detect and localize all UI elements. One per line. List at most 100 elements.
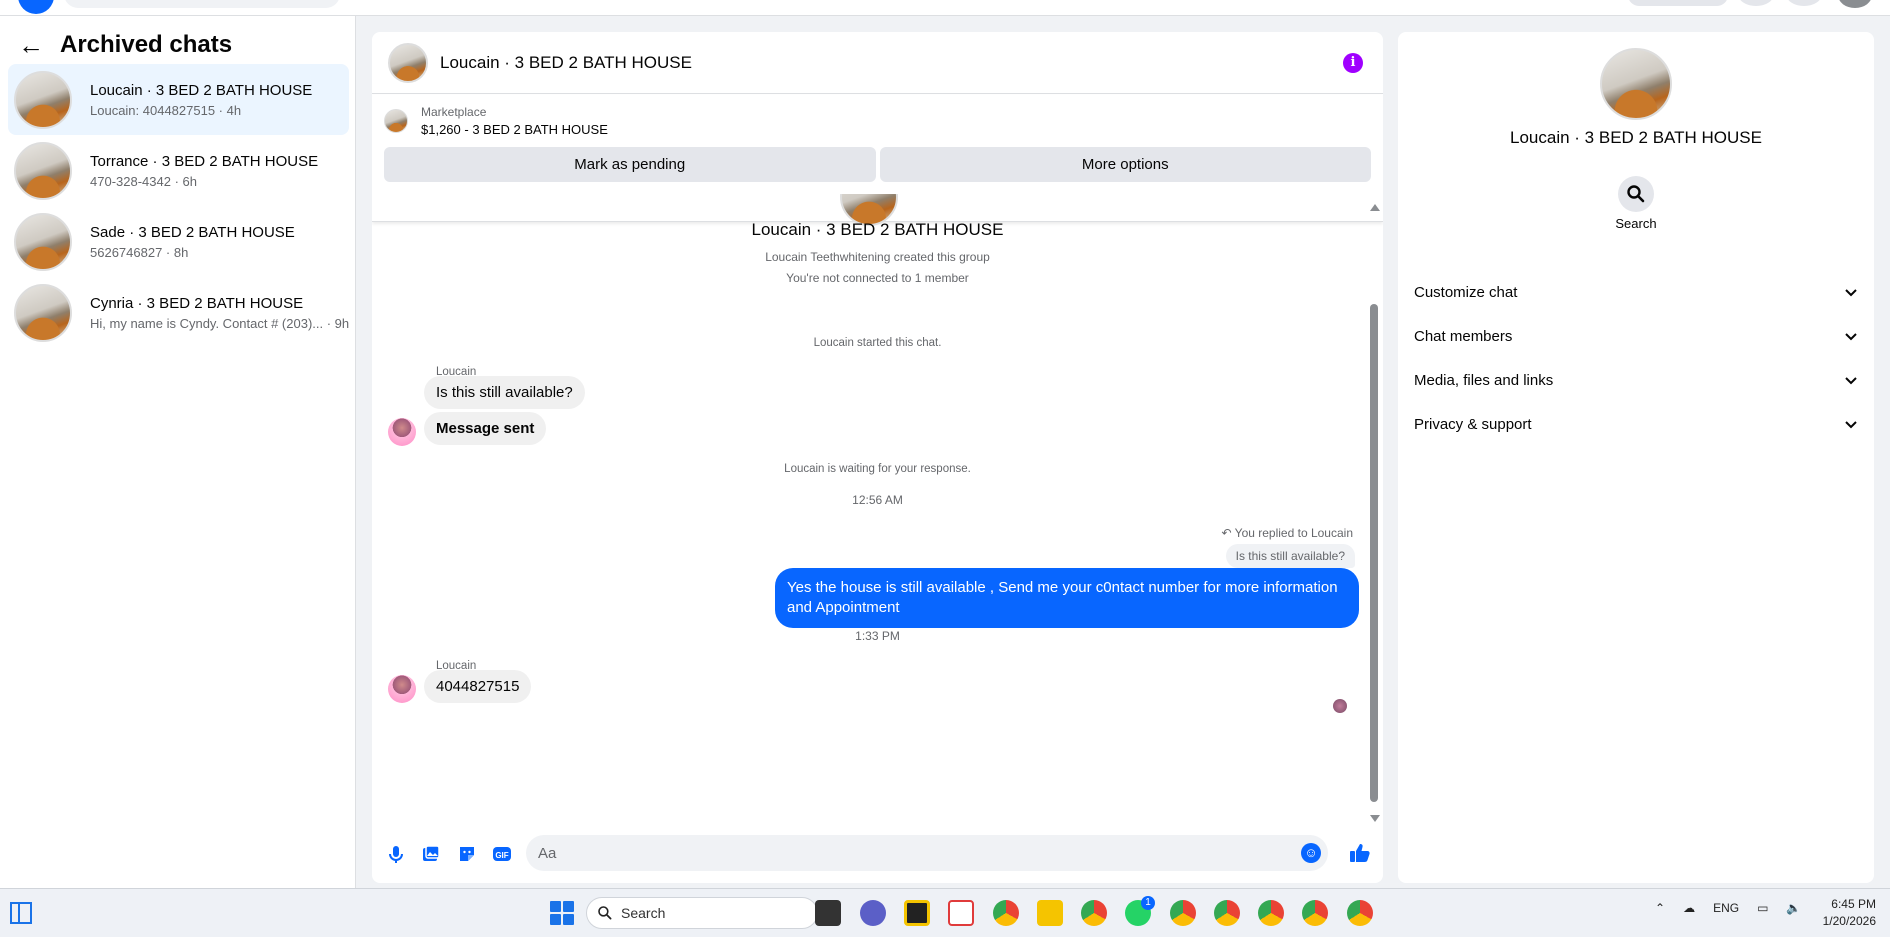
chat-name: Loucain · 3 BED 2 BATH HOUSE (90, 81, 313, 99)
conversation-avatar[interactable] (388, 42, 428, 83)
search-icon (1627, 185, 1645, 203)
chrome-profile-icon[interactable] (1170, 900, 1196, 926)
archived-header: ← Archived chats (18, 30, 232, 60)
section-privacy-support[interactable]: Privacy & support (1398, 402, 1874, 446)
chat-list: Loucain · 3 BED 2 BATH HOUSE Loucain: 40… (8, 64, 349, 348)
chrome-profile-icon[interactable] (1302, 900, 1328, 926)
file-explorer-icon[interactable] (1037, 900, 1063, 926)
message-thread[interactable]: Loucain · 3 BED 2 BATH HOUSE Loucain Tee… (372, 194, 1383, 824)
back-arrow-icon[interactable]: ← (18, 32, 44, 58)
sender-avatar[interactable] (388, 418, 416, 446)
incoming-message[interactable]: Message sent (424, 412, 547, 445)
listing-title[interactable]: $1,260 - 3 BED 2 BATH HOUSE (421, 122, 608, 137)
windows-taskbar: Search 1 ⌃ ☁ ENG ▭ 🔈 6:45 PM 1/20/2026 (0, 888, 1890, 937)
chat-item-torrance[interactable]: Torrance · 3 BED 2 BATH HOUSE 470-328-43… (8, 135, 349, 206)
chevron-down-icon (1845, 333, 1857, 341)
chat-item-cynria[interactable]: Cynria · 3 BED 2 BATH HOUSE Hi, my name … (8, 277, 349, 348)
chat-item-sade[interactable]: Sade · 3 BED 2 BATH HOUSE 5626746827 · 8… (8, 206, 349, 277)
facebook-logo-icon[interactable] (18, 0, 54, 14)
thread-scrollbar[interactable] (1369, 204, 1380, 824)
scroll-thumb[interactable] (1370, 304, 1378, 802)
section-media-files-links[interactable]: Media, files and links (1398, 358, 1874, 402)
notification-badge: 1 (1141, 896, 1155, 910)
whatsapp-icon[interactable]: 1 (1125, 896, 1155, 926)
taskbar-clock[interactable]: 6:45 PM 1/20/2026 (1823, 896, 1876, 930)
not-connected-note: You're not connected to 1 member (786, 271, 969, 285)
language-indicator[interactable]: ENG (1713, 901, 1739, 915)
teams-icon[interactable] (860, 900, 886, 926)
scroll-up-arrow-icon[interactable] (1370, 204, 1380, 211)
section-chat-members[interactable]: Chat members (1398, 314, 1874, 358)
conversation-header: Loucain · 3 BED 2 BATH HOUSE i (372, 32, 1383, 94)
emoji-icon[interactable]: ☺ (1301, 843, 1321, 863)
microphone-icon[interactable] (386, 844, 406, 864)
chrome-profile-icon[interactable] (1214, 900, 1240, 926)
chrome-profile-icon[interactable] (1347, 900, 1373, 926)
chat-name: Torrance · 3 BED 2 BATH HOUSE (90, 152, 319, 170)
menu-icon[interactable] (1738, 0, 1774, 6)
reply-arrow-icon: ↶ (1221, 526, 1235, 540)
chrome-profile-icon[interactable] (1081, 900, 1107, 926)
top-search-bar[interactable] (64, 0, 340, 8)
svg-text:GIF: GIF (495, 851, 508, 860)
incoming-message[interactable]: 4044827515 (424, 670, 532, 703)
gif-icon[interactable]: GIF (492, 844, 512, 864)
marketplace-label: Marketplace (421, 105, 487, 119)
chat-name: Cynria · 3 BED 2 BATH HOUSE (90, 294, 304, 312)
outgoing-message[interactable]: Yes the house is still available , Send … (775, 568, 1359, 628)
timestamp: 1:33 PM (855, 629, 900, 643)
clock-time: 6:45 PM (1831, 897, 1876, 911)
snipping-tool-icon[interactable] (948, 900, 974, 926)
sticker-icon[interactable] (457, 844, 477, 864)
sticky-notes-icon[interactable] (904, 900, 930, 926)
archived-title: Archived chats (60, 31, 233, 58)
conversation-title[interactable]: Loucain · 3 BED 2 BATH HOUSE (440, 53, 692, 73)
chat-avatar (14, 70, 72, 129)
reply-note: ↶ You replied to Loucain (1222, 526, 1354, 540)
message-input[interactable] (526, 835, 1328, 871)
display-icon[interactable]: ▭ (1757, 901, 1768, 915)
messenger-icon[interactable] (1786, 0, 1822, 6)
chrome-profile-icon[interactable] (1258, 900, 1284, 926)
listing-thumbnail[interactable] (384, 109, 408, 133)
read-receipt-avatar (1333, 699, 1347, 713)
chat-item-loucain[interactable]: Loucain · 3 BED 2 BATH HOUSE Loucain: 40… (8, 64, 349, 135)
chat-avatar (14, 212, 72, 271)
top-nav-button[interactable] (1628, 0, 1728, 6)
quoted-message[interactable]: Is this still available? (1225, 544, 1355, 568)
profile-avatar[interactable] (1838, 0, 1872, 8)
mark-as-pending-button[interactable]: Mark as pending (384, 147, 876, 182)
system-tray: ⌃ ☁ ENG ▭ 🔈 (1655, 901, 1801, 915)
message-composer: GIF ☺ (372, 824, 1383, 883)
chrome-icon[interactable] (993, 900, 1019, 926)
incoming-message[interactable]: Is this still available? (424, 376, 585, 409)
info-icon[interactable]: i (1343, 53, 1363, 73)
cloud-offline-icon[interactable]: ☁ (1683, 901, 1695, 915)
section-label: Privacy & support (1414, 415, 1532, 433)
chat-started-note: Loucain started this chat. (813, 337, 942, 349)
task-manager-icon[interactable] (815, 900, 841, 926)
chat-avatar (14, 283, 72, 342)
section-customize-chat[interactable]: Customize chat (1398, 270, 1874, 314)
section-label: Customize chat (1414, 283, 1518, 301)
search-icon (598, 906, 612, 920)
timestamp: 12:56 AM (852, 493, 903, 507)
chat-info-avatar[interactable] (1600, 48, 1672, 120)
photo-icon[interactable] (421, 844, 441, 864)
windows-start-icon[interactable] (550, 901, 574, 925)
chevron-up-icon[interactable]: ⌃ (1655, 901, 1665, 915)
volume-icon[interactable]: 🔈 (1786, 901, 1801, 915)
top-navigation-bar (0, 0, 1890, 16)
scroll-down-arrow-icon[interactable] (1370, 815, 1380, 822)
sender-avatar[interactable] (388, 675, 416, 703)
search-in-chat-button[interactable] (1618, 176, 1654, 212)
waiting-note: Loucain is waiting for your response. (784, 463, 971, 475)
chat-preview: 470-328-4342 · 6h (90, 173, 197, 189)
task-view-icon[interactable] (10, 902, 32, 924)
more-options-button[interactable]: More options (879, 147, 1371, 182)
thumbs-up-icon[interactable] (1348, 841, 1372, 865)
section-label: Chat members (1414, 327, 1513, 345)
taskbar-search[interactable]: Search (586, 897, 818, 929)
taskbar-search-label: Search (621, 905, 666, 921)
search-label: Search (1615, 216, 1657, 231)
